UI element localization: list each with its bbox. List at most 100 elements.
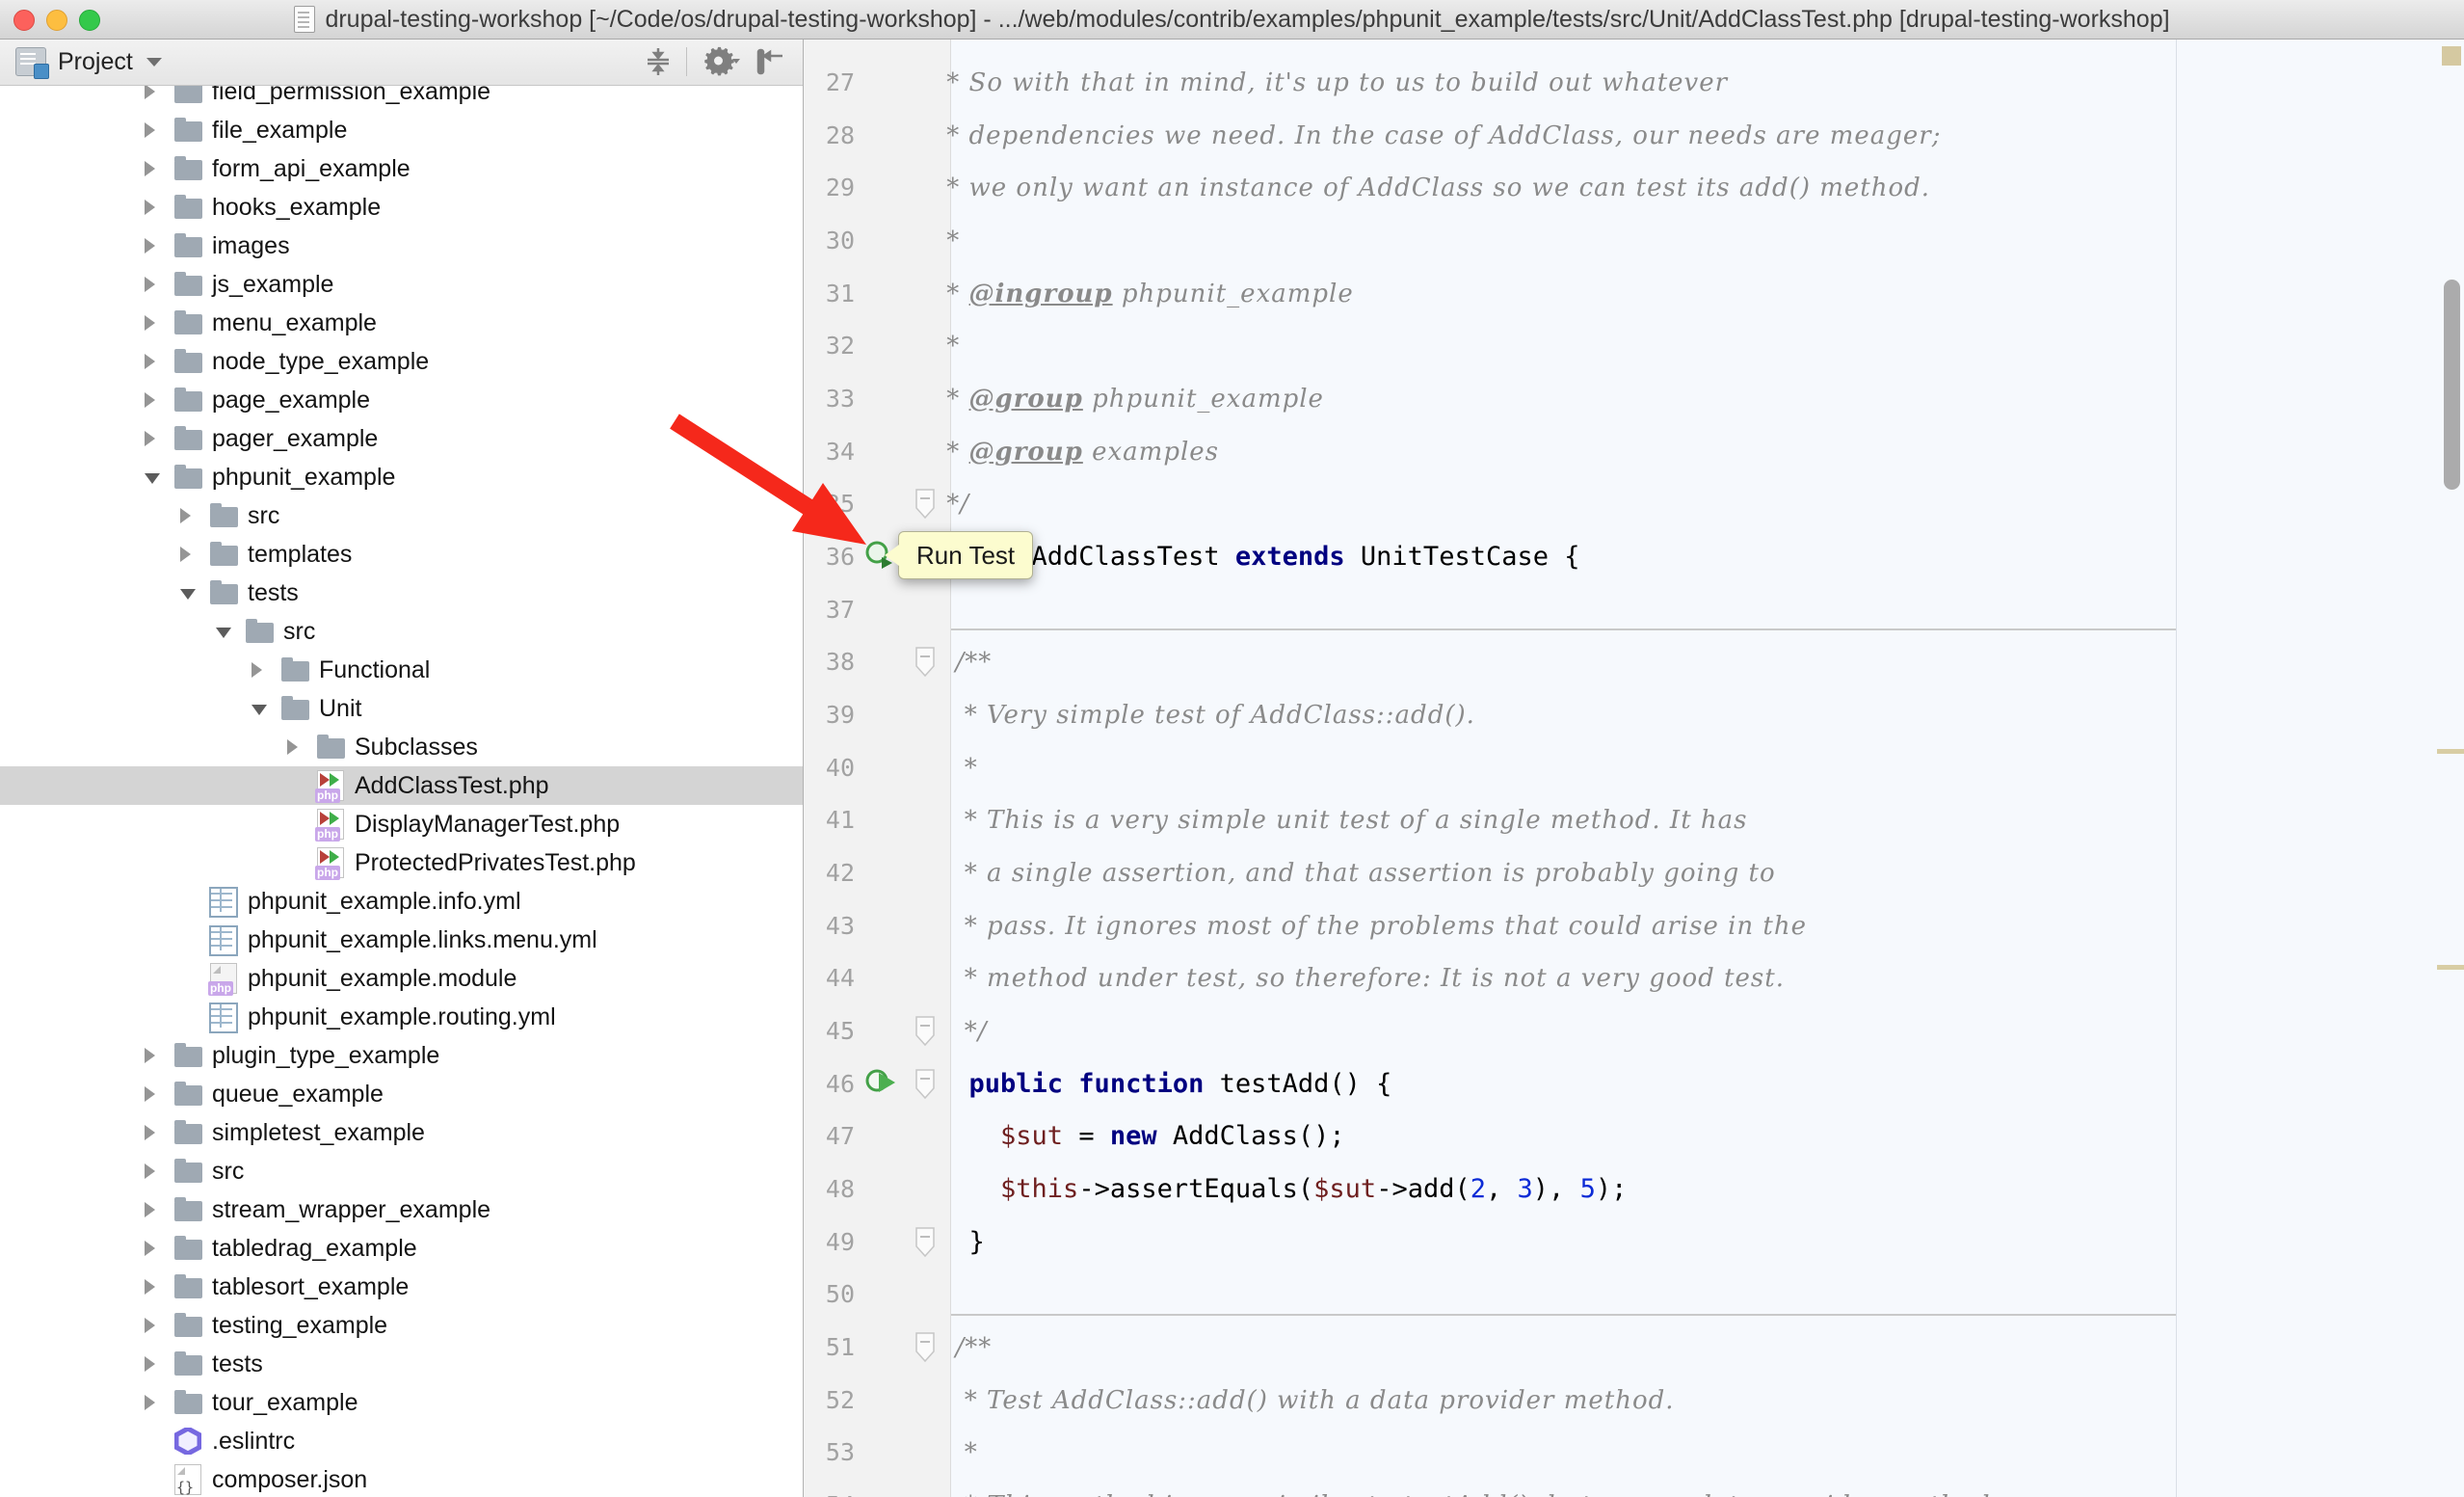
tree-item-composer-json[interactable]: {}composer.json (0, 1460, 803, 1497)
tree-collapsed-arrow-icon[interactable] (145, 1125, 155, 1140)
tree-collapsed-arrow-icon[interactable] (145, 354, 155, 369)
tree-item-tour-example[interactable]: tour_example (0, 1383, 803, 1422)
code-line[interactable]: 35 */ (804, 477, 2464, 530)
code-line[interactable]: 33 * @group phpunit_example (804, 372, 2464, 425)
tree-item-tests[interactable]: tests (0, 574, 803, 612)
zoom-button[interactable] (79, 10, 100, 31)
code-line[interactable]: 32 * (804, 319, 2464, 372)
tree-collapsed-arrow-icon[interactable] (145, 161, 155, 176)
tree-item-phpunit-example-info-yml[interactable]: phpunit_example.info.yml (0, 882, 803, 921)
tree-collapsed-arrow-icon[interactable] (145, 1395, 155, 1410)
tree-collapsed-arrow-icon[interactable] (145, 84, 155, 99)
tree-item-stream-wrapper-example[interactable]: stream_wrapper_example (0, 1190, 803, 1229)
tree-item-hooks-example[interactable]: hooks_example (0, 188, 803, 227)
tree-collapsed-arrow-icon[interactable] (145, 122, 155, 138)
tree-item-templates[interactable]: templates (0, 535, 803, 574)
tree-collapsed-arrow-icon[interactable] (145, 1202, 155, 1217)
close-button[interactable] (13, 10, 35, 31)
tree-expanded-arrow-icon[interactable] (145, 473, 160, 484)
code-line[interactable]: 41 * This is a very simple unit test of … (804, 793, 2464, 846)
hide-panel-icon[interactable] (755, 47, 785, 76)
tree-item-tests[interactable]: tests (0, 1345, 803, 1383)
tree-item-pager-example[interactable]: pager_example (0, 419, 803, 458)
tree-item-node-type-example[interactable]: node_type_example (0, 342, 803, 381)
editor-scrollbar[interactable] (2444, 280, 2460, 490)
tree-item-phpunit-example[interactable]: phpunit_example (0, 458, 803, 496)
tree-item-file-example[interactable]: file_example (0, 111, 803, 149)
code-line[interactable]: 44 * method under test, so therefore: It… (804, 951, 2464, 1004)
panel-splitter[interactable] (803, 39, 804, 1497)
tree-collapsed-arrow-icon[interactable] (145, 1279, 155, 1295)
settings-gear-icon[interactable] (701, 46, 741, 77)
tree-collapsed-arrow-icon[interactable] (145, 277, 155, 292)
tree-item-simpletest-example[interactable]: simpletest_example (0, 1113, 803, 1152)
tree-item-queue-example[interactable]: queue_example (0, 1075, 803, 1113)
tree-collapsed-arrow-icon[interactable] (145, 1241, 155, 1256)
tree-item-addclasstest-php[interactable]: phpAddClassTest.php (0, 766, 803, 805)
tree-collapsed-arrow-icon[interactable] (252, 662, 262, 678)
code-line[interactable]: 47 $sut = new AddClass(); (804, 1109, 2464, 1163)
tree-item-testing-example[interactable]: testing_example (0, 1306, 803, 1345)
code-line[interactable]: 51 /** (804, 1321, 2464, 1374)
tree-item-subclasses[interactable]: Subclasses (0, 728, 803, 766)
tree-item-phpunit-example-links-menu-yml[interactable]: phpunit_example.links.menu.yml (0, 921, 803, 959)
code-line[interactable]: 45 */ (804, 1004, 2464, 1057)
tree-collapsed-arrow-icon[interactable] (145, 315, 155, 331)
tree-item-tabledrag-example[interactable]: tabledrag_example (0, 1229, 803, 1268)
tree-item-js-example[interactable]: js_example (0, 265, 803, 304)
tree-item-menu-example[interactable]: menu_example (0, 304, 803, 342)
tree-item-form-api-example[interactable]: form_api_example (0, 149, 803, 188)
tree-item-phpunit-example-routing-yml[interactable]: phpunit_example.routing.yml (0, 998, 803, 1036)
tree-collapsed-arrow-icon[interactable] (145, 1048, 155, 1063)
tree-collapsed-arrow-icon[interactable] (287, 739, 298, 755)
tree-collapsed-arrow-icon[interactable] (145, 431, 155, 446)
tree-collapsed-arrow-icon[interactable] (145, 1356, 155, 1372)
minimize-button[interactable] (46, 10, 67, 31)
tree-collapsed-arrow-icon[interactable] (145, 238, 155, 254)
code-line[interactable]: 26 (804, 39, 2464, 56)
chevron-down-icon[interactable] (146, 58, 162, 67)
tree-item-protectedprivatestest-php[interactable]: phpProtectedPrivatesTest.php (0, 843, 803, 882)
code-line[interactable]: 36class AddClassTest extends UnitTestCas… (804, 530, 2464, 583)
tree-item-phpunit-example-module[interactable]: phpphpunit_example.module (0, 959, 803, 998)
tree-item-src[interactable]: src (0, 1152, 803, 1190)
error-stripe-mark[interactable] (2437, 965, 2464, 970)
code-line[interactable]: 38 /** (804, 635, 2464, 688)
tree-item--eslintrc[interactable]: .eslintrc (0, 1422, 803, 1460)
tree-item-page-example[interactable]: page_example (0, 381, 803, 419)
tree-item-displaymanagertest-php[interactable]: phpDisplayManagerTest.php (0, 805, 803, 843)
code-line[interactable]: 52 * Test AddClass::add() with a data pr… (804, 1374, 2464, 1427)
code-line[interactable]: 30 * (804, 214, 2464, 267)
tree-item-src[interactable]: src (0, 496, 803, 535)
code-line[interactable]: 46 public function testAdd() { (804, 1057, 2464, 1110)
tree-collapsed-arrow-icon[interactable] (145, 1163, 155, 1179)
document-proxy-icon[interactable] (294, 6, 315, 33)
tree-collapsed-arrow-icon[interactable] (145, 392, 155, 408)
tree-item-plugin-type-example[interactable]: plugin_type_example (0, 1036, 803, 1075)
code-line[interactable]: 54 * This method is very similar to test… (804, 1479, 2464, 1497)
code-line[interactable]: 43 * pass. It ignores most of the proble… (804, 899, 2464, 952)
code-line[interactable]: 31 * @ingroup phpunit_example (804, 267, 2464, 320)
tree-collapsed-arrow-icon[interactable] (145, 1086, 155, 1102)
code-line[interactable]: 49 } (804, 1216, 2464, 1269)
tree-expanded-arrow-icon[interactable] (252, 705, 267, 715)
code-line[interactable]: 28 * dependencies we need. In the case o… (804, 109, 2464, 162)
tree-collapsed-arrow-icon[interactable] (145, 200, 155, 215)
error-stripe-mark[interactable] (2437, 749, 2464, 754)
run-test-tooltip[interactable]: Run Test (898, 531, 1033, 579)
code-line[interactable]: 42 * a single assertion, and that assert… (804, 846, 2464, 899)
code-line[interactable]: 48 $this->assertEquals($sut->add(2, 3), … (804, 1163, 2464, 1216)
tree-expanded-arrow-icon[interactable] (180, 589, 196, 600)
code-editor[interactable]: 2627 * So with that in mind, it's up to … (804, 39, 2464, 1497)
code-line[interactable]: 34 * @group examples (804, 425, 2464, 478)
error-stripe-mark[interactable] (2442, 46, 2461, 66)
tree-item-unit[interactable]: Unit (0, 689, 803, 728)
tree-collapsed-arrow-icon[interactable] (180, 547, 191, 562)
tree-collapsed-arrow-icon[interactable] (145, 1318, 155, 1333)
tree-item-images[interactable]: images (0, 227, 803, 265)
project-panel-title[interactable]: Project (58, 48, 133, 76)
tree-collapsed-arrow-icon[interactable] (180, 508, 191, 523)
code-line[interactable]: 27 * So with that in mind, it's up to us… (804, 56, 2464, 109)
tree-expanded-arrow-icon[interactable] (216, 628, 231, 638)
tree-item-tablesort-example[interactable]: tablesort_example (0, 1268, 803, 1306)
